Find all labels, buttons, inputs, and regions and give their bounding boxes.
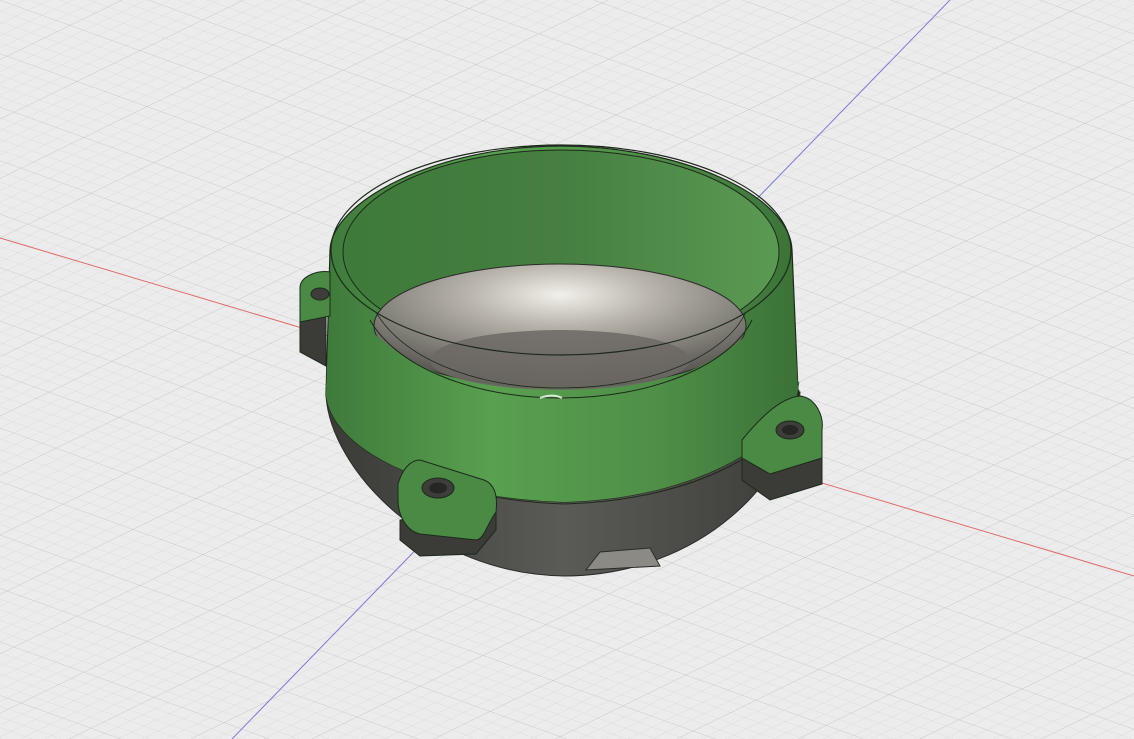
- mounting-tab-left[interactable]: [299, 271, 331, 367]
- viewport-canvas[interactable]: [0, 0, 1134, 739]
- mount-hole-icon: [310, 287, 330, 301]
- mount-hole-inner-icon: [429, 482, 447, 494]
- mount-hole-inner-icon: [782, 425, 798, 435]
- bowl-bottom: [430, 330, 690, 390]
- 3d-viewport[interactable]: [0, 0, 1134, 739]
